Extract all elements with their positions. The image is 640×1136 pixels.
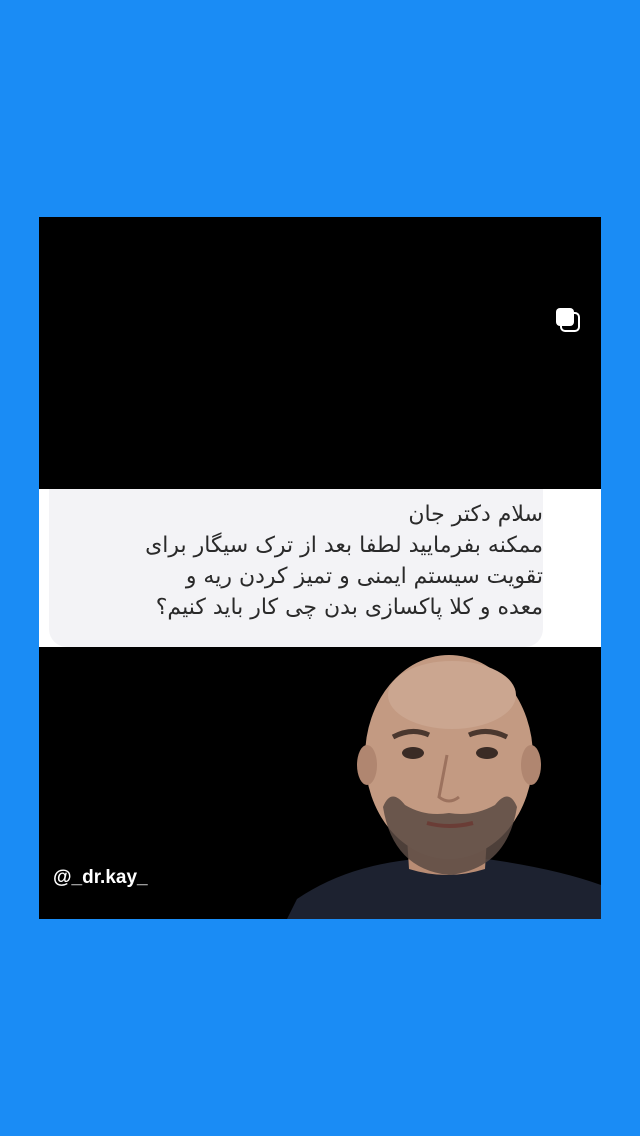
question-card: سلام دکتر جان ممکنه بفرمایید لطفا بعد از… [39,489,601,647]
video-post[interactable]: سلام دکتر جان ممکنه بفرمایید لطفا بعد از… [39,217,601,919]
question-line-3: معده و کلا پاکسازی بدن چی کار باید کنیم؟ [155,595,543,620]
doctor-video-figure [287,655,601,919]
question-line-1: ممکنه بفرمایید لطفا بعد از ترک سیگار برا… [145,533,543,558]
creator-handle[interactable]: @_dr.kay_ [53,867,148,889]
question-text: سلام دکتر جان ممکنه بفرمایید لطفا بعد از… [51,499,543,623]
stacked-squares-icon[interactable] [555,307,581,333]
question-line-2: تقویت سیستم ایمنی و تمیز کردن ریه و [185,564,543,589]
question-greeting: سلام دکتر جان [408,502,543,527]
